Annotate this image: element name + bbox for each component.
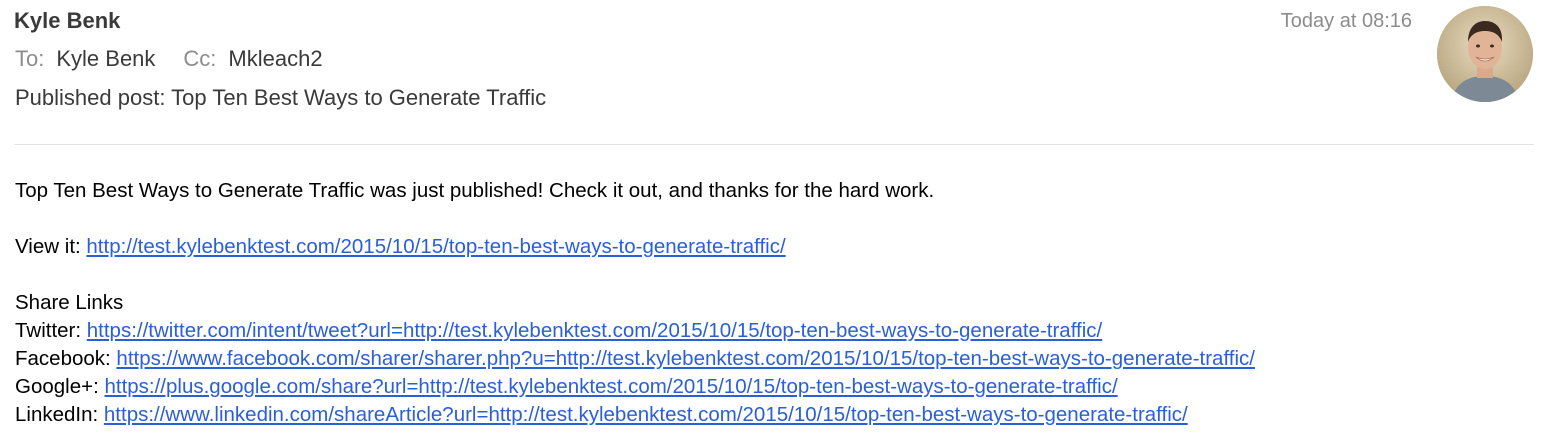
view-line: View it: http://test.kylebenktest.com/20… — [15, 233, 1535, 261]
email-header: Kyle Benk Today at 08:16 To: Kyle Benk Cc:… — [0, 0, 1542, 146]
facebook-label: Facebook: — [15, 347, 117, 370]
to-recipient[interactable]: Kyle Benk — [56, 46, 155, 71]
email-body: Top Ten Best Ways to Generate Traffic wa… — [15, 177, 1535, 429]
header-divider — [14, 144, 1534, 145]
googleplus-label: Google+: — [15, 375, 105, 398]
linkedin-label: LinkedIn: — [15, 403, 104, 426]
googleplus-share-link[interactable]: https://plus.google.com/share?url=http:/… — [104, 375, 1117, 398]
intro-text: Top Ten Best Ways to Generate Traffic wa… — [15, 179, 935, 202]
person-avatar-icon — [1437, 6, 1533, 102]
twitter-share-link[interactable]: https://twitter.com/intent/tweet?url=htt… — [87, 319, 1102, 342]
share-link-facebook: Facebook: https://www.facebook.com/share… — [15, 345, 1535, 373]
sender-avatar[interactable] — [1437, 6, 1533, 102]
share-link-linkedin: LinkedIn: https://www.linkedin.com/share… — [15, 401, 1535, 429]
facebook-share-link[interactable]: https://www.facebook.com/sharer/sharer.p… — [116, 347, 1255, 370]
twitter-label: Twitter: — [15, 319, 87, 342]
email-timestamp: Today at 08:16 — [1280, 10, 1412, 32]
view-post-link[interactable]: http://test.kylebenktest.com/2015/10/15/… — [86, 235, 785, 258]
linkedin-share-link[interactable]: https://www.linkedin.com/shareArticle?ur… — [104, 403, 1188, 426]
share-heading: Share Links — [15, 291, 124, 314]
cc-label: Cc: — [183, 46, 217, 71]
sender-name[interactable]: Kyle Benk — [14, 8, 120, 34]
share-link-twitter: Twitter: https://twitter.com/intent/twee… — [15, 317, 1535, 345]
email-subject: Published post: Top Ten Best Ways to Gen… — [15, 85, 547, 110]
view-label: View it: — [15, 235, 87, 258]
cc-recipient[interactable]: Mkleach2 — [228, 46, 322, 71]
to-label: To: — [15, 46, 45, 71]
recipients-row: To: Kyle Benk Cc: Mkleach2 — [15, 46, 323, 72]
share-link-googleplus: Google+: https://plus.google.com/share?u… — [15, 373, 1535, 401]
